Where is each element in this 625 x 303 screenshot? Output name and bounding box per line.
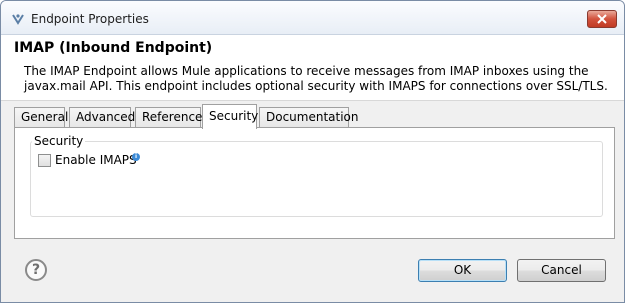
- title-bar[interactable]: Endpoint Properties: [1, 1, 624, 35]
- tab-general[interactable]: General: [14, 107, 68, 128]
- endpoint-properties-dialog: Endpoint Properties IMAP (Inbound Endpoi…: [0, 0, 625, 303]
- enable-imaps-label[interactable]: Enable IMAPS: [55, 153, 137, 167]
- window-title: Endpoint Properties: [31, 12, 149, 26]
- close-icon: [597, 14, 607, 24]
- tab-security[interactable]: Security: [202, 104, 258, 129]
- tab-advanced[interactable]: Advanced: [69, 107, 135, 128]
- mule-app-icon: [12, 14, 24, 25]
- page-description: The IMAP Endpoint allows Mule applicatio…: [24, 64, 608, 93]
- security-group-label: Security: [32, 134, 86, 148]
- info-icon[interactable]: i: [132, 153, 140, 161]
- close-button[interactable]: [587, 10, 617, 28]
- help-icon[interactable]: ?: [25, 259, 47, 281]
- tab-references[interactable]: References: [135, 107, 209, 128]
- tab-content-panel: [14, 127, 615, 239]
- ok-button[interactable]: OK: [418, 259, 507, 282]
- cancel-button[interactable]: Cancel: [517, 259, 606, 282]
- page-title: IMAP (Inbound Endpoint): [14, 40, 213, 56]
- enable-imaps-checkbox[interactable]: [38, 154, 51, 167]
- tab-documentation[interactable]: Documentation: [259, 107, 359, 128]
- dialog-header: IMAP (Inbound Endpoint) The IMAP Endpoin…: [1, 35, 624, 101]
